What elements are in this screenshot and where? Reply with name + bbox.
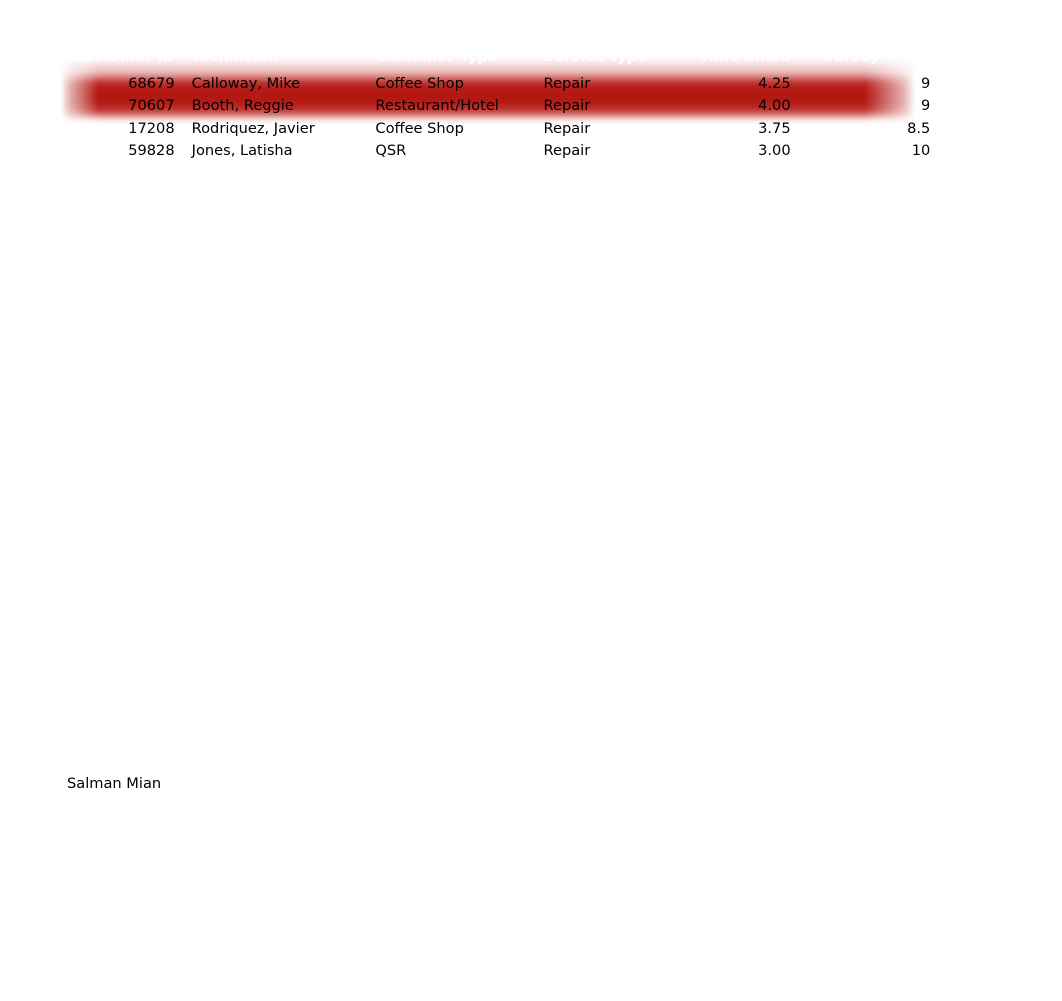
cell-service-type: Repair — [543, 97, 591, 115]
row-gutter-right — [941, 118, 1062, 140]
column-header-technician[interactable]: Technician — [180, 0, 364, 72]
row-gutter-right — [941, 72, 1062, 95]
cell-satisfaction: 9 — [921, 97, 931, 115]
cell-service-type: Repair — [543, 142, 591, 160]
column-header-customer-type[interactable]: Customer Type — [363, 0, 531, 72]
cell-service-type: Repair — [543, 75, 591, 92]
cell-customer-id: 70607 — [128, 97, 175, 115]
table-header-row: Customer ID Technician Customer Type Ser… — [0, 0, 1062, 72]
column-header-time-billed[interactable]: Time Billed — [678, 0, 811, 72]
row-gutter-right — [941, 140, 1062, 162]
table-body: 68679 Calloway, Mike Coffee Shop Repair … — [0, 72, 1062, 163]
cell-satisfaction: 8.5 — [907, 119, 931, 137]
cell-time-billed: 3.75 — [758, 119, 791, 137]
table-row[interactable]: 68679 Calloway, Mike Coffee Shop Repair … — [0, 72, 1062, 95]
cell-satisfaction: 9 — [921, 75, 931, 92]
row-gutter-right — [941, 95, 1062, 117]
cell-customer-type: QSR — [375, 142, 407, 160]
cell-time-billed: 4.25 — [758, 75, 791, 92]
column-header-satisfaction-survey[interactable]: Satisfaction Survey — [811, 0, 942, 72]
table-header-row-group: Customer ID Technician Customer Type Ser… — [0, 0, 1062, 72]
table-row[interactable]: 59828 Jones, Latisha QSR Repair 3.00 10 — [0, 140, 1062, 162]
cell-technician: Calloway, Mike — [191, 75, 301, 92]
row-gutter-left — [0, 118, 50, 140]
cell-technician: Rodriquez, Javier — [191, 119, 315, 137]
cell-customer-id: 17208 — [128, 119, 175, 137]
row-gutter-left — [0, 95, 50, 117]
row-gutter-left — [0, 72, 50, 95]
table-row[interactable]: 17208 Rodriquez, Javier Coffee Shop Repa… — [0, 118, 1062, 140]
service-records-table: Customer ID Technician Customer Type Ser… — [0, 0, 1062, 163]
column-header-satisfaction-line1: Satisfaction — [822, 29, 921, 46]
report-sheet: Customer ID Technician Customer Type Ser… — [0, 0, 1062, 1001]
column-header-service-type[interactable]: Service Type — [532, 0, 679, 72]
column-header-satisfaction-line2: Survey — [822, 48, 880, 65]
cell-time-billed: 3.00 — [758, 142, 791, 160]
cell-satisfaction: 10 — [911, 142, 931, 160]
cell-customer-id: 59828 — [128, 142, 175, 160]
header-gutter-left — [0, 0, 50, 72]
cell-technician: Booth, Reggie — [191, 97, 294, 115]
table-row[interactable]: 70607 Booth, Reggie Restaurant/Hotel Rep… — [0, 95, 1062, 117]
cell-customer-id: 68679 — [128, 75, 175, 92]
column-header-customer-id[interactable]: Customer ID — [50, 0, 180, 72]
footer-author-name: Salman Mian — [67, 775, 162, 792]
header-gutter-right — [941, 0, 1062, 72]
cell-time-billed: 4.00 — [758, 97, 791, 115]
cell-customer-type: Coffee Shop — [375, 119, 464, 137]
cell-technician: Jones, Latisha — [191, 142, 293, 160]
cell-customer-type: Restaurant/Hotel — [375, 97, 499, 115]
cell-service-type: Repair — [543, 119, 591, 137]
row-gutter-left — [0, 140, 50, 162]
cell-customer-type: Coffee Shop — [375, 75, 464, 92]
